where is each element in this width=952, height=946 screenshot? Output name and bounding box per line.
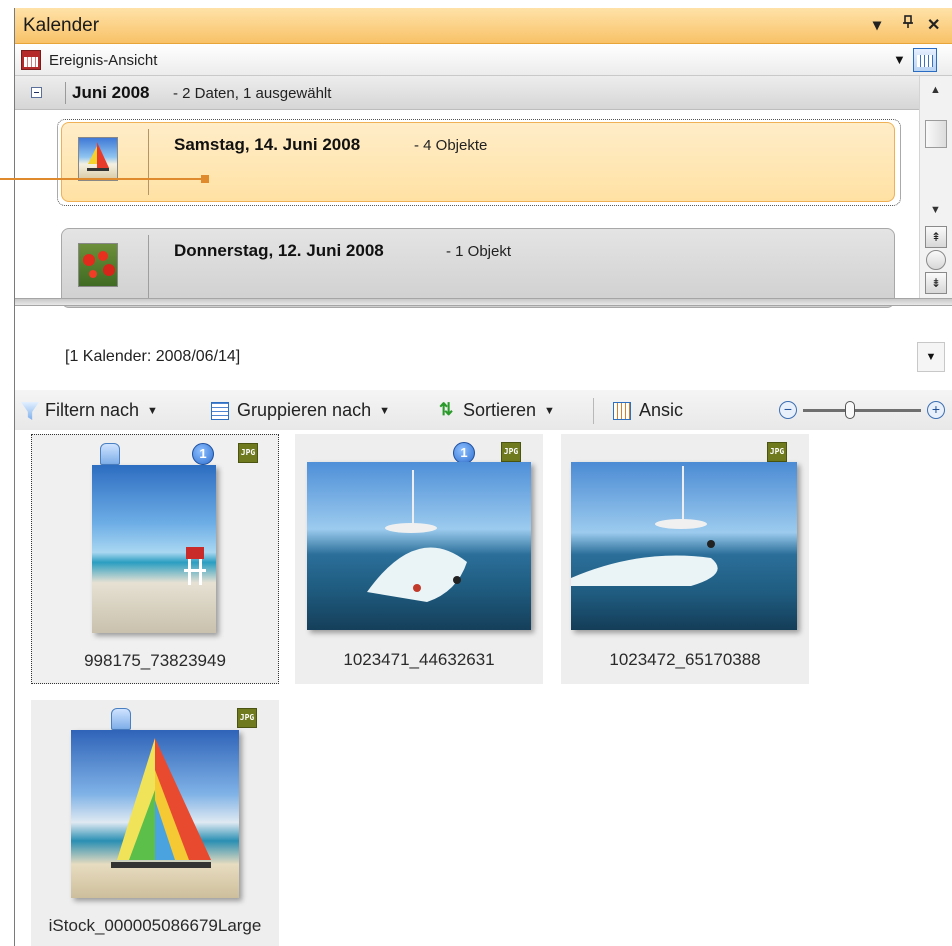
event-thumbnail <box>78 137 118 181</box>
divider <box>148 129 149 195</box>
photo-image <box>71 730 239 898</box>
thumbnail-item[interactable]: JPG 1023472_65170388 <box>561 434 809 684</box>
calendar-panel: Kalender ▾ ✕ Ereignis-Ansicht ▼ Juni 200… <box>14 8 952 946</box>
event-count: - 1 Objekt <box>446 243 512 260</box>
month-title: Juni 2008 <box>72 83 150 102</box>
event-date: Donnerstag, 12. Juni 2008 <box>174 241 384 260</box>
thumbnail-caption: iStock_000005086679Large <box>48 916 262 935</box>
filter-label: Filtern nach <box>45 400 140 420</box>
location-text: [1 Kalender: 2008/06/14] <box>65 348 241 365</box>
month-group-header[interactable]: Juni 2008 - 2 Daten, 1 ausgewählt <box>15 76 919 110</box>
thumbnail-item[interactable]: 1 JPG 998175_73823949 <box>31 434 279 684</box>
thumbnail-item[interactable]: 1 JPG 1023471_44632631 <box>295 434 543 684</box>
calendar-picker-button[interactable] <box>913 48 937 72</box>
location-bar[interactable]: [1 Kalender: 2008/06/14] ▼ <box>15 338 952 376</box>
jpg-file-icon: JPG <box>767 442 787 462</box>
zoom-in-icon[interactable]: + <box>927 401 945 419</box>
thumbnail-caption: 1023471_44632631 <box>343 650 495 669</box>
event-list: Juni 2008 - 2 Daten, 1 ausgewählt Samsta… <box>15 76 919 308</box>
panel-splitter[interactable] <box>15 298 952 306</box>
close-button[interactable]: ✕ <box>927 15 940 35</box>
filter-icon <box>21 402 39 420</box>
panel-menu-button[interactable]: ▾ <box>873 15 881 35</box>
panel-title-bar: Kalender ▾ ✕ <box>15 8 952 44</box>
collapse-icon[interactable] <box>31 87 42 98</box>
view-selector-label: Ereignis-Ansicht <box>49 52 158 69</box>
browser-toolbar: Filtern nach ▼ Gruppieren nach ▼ ⇅ Sortier… <box>15 390 952 430</box>
view-icon <box>613 402 631 420</box>
jpg-file-icon: JPG <box>238 443 258 463</box>
zoom-out-icon[interactable]: − <box>779 401 797 419</box>
panel-title: Kalender <box>23 15 100 36</box>
calendar-event-icon <box>21 50 41 70</box>
event-item[interactable]: Donnerstag, 12. Juni 2008 - 1 Objekt <box>61 228 895 308</box>
callout-marker <box>201 175 209 183</box>
divider <box>148 235 149 301</box>
tag-icon <box>111 708 131 730</box>
toolbar-divider <box>593 398 594 424</box>
jpg-file-icon: JPG <box>237 708 257 728</box>
photo-image <box>92 465 216 633</box>
thumbnail-item[interactable]: JPG iStock_000005086679Large <box>31 700 279 946</box>
jpg-file-icon: JPG <box>501 442 521 462</box>
scroll-up-icon[interactable]: ▲ <box>930 84 941 96</box>
divider <box>65 82 66 104</box>
thumbnail-caption: 1023472_65170388 <box>609 650 761 669</box>
zoom-knob[interactable] <box>845 401 855 419</box>
group-icon <box>211 402 229 420</box>
view-selector[interactable]: Ereignis-Ansicht ▼ <box>15 44 952 76</box>
zoom-slider[interactable]: − + <box>779 400 949 422</box>
event-thumbnail <box>78 243 118 287</box>
count-badge: 1 <box>453 442 475 464</box>
sort-button[interactable]: Sortieren ▼ <box>463 400 555 421</box>
next-event-button[interactable]: ⇟ <box>925 272 947 294</box>
event-list-scrollbar[interactable]: ▲ ▼ ⇞ ⇟ <box>919 76 952 298</box>
event-count: - 4 Objekte <box>414 137 488 154</box>
previous-event-button[interactable]: ⇞ <box>925 226 947 248</box>
group-label: Gruppieren nach <box>237 400 372 420</box>
sort-label: Sortieren <box>463 400 537 420</box>
photo-image <box>571 462 797 630</box>
current-event-button[interactable] <box>926 250 946 270</box>
tag-icon <box>100 443 120 465</box>
month-summary: - 2 Daten, 1 ausgewählt <box>173 85 332 102</box>
group-button[interactable]: Gruppieren nach ▼ <box>237 400 390 421</box>
thumbnail-caption: 998175_73823949 <box>84 651 226 670</box>
event-item[interactable]: Samstag, 14. Juni 2008 - 4 Objekte <box>61 122 895 202</box>
scroll-down-icon[interactable]: ▼ <box>930 204 941 216</box>
location-dropdown-button[interactable]: ▼ <box>917 342 945 372</box>
callout-line <box>0 178 206 180</box>
pin-icon[interactable] <box>901 15 915 32</box>
event-date: Samstag, 14. Juni 2008 <box>174 135 361 154</box>
sort-icon: ⇅ <box>439 400 454 419</box>
scroll-thumb[interactable] <box>925 120 947 148</box>
photo-image <box>307 462 531 630</box>
filter-button[interactable]: Filtern nach ▼ <box>45 400 158 421</box>
zoom-track[interactable] <box>803 409 921 412</box>
chevron-down-icon[interactable]: ▼ <box>893 52 906 67</box>
view-button[interactable]: Ansic <box>639 400 683 421</box>
count-badge: 1 <box>192 443 214 465</box>
